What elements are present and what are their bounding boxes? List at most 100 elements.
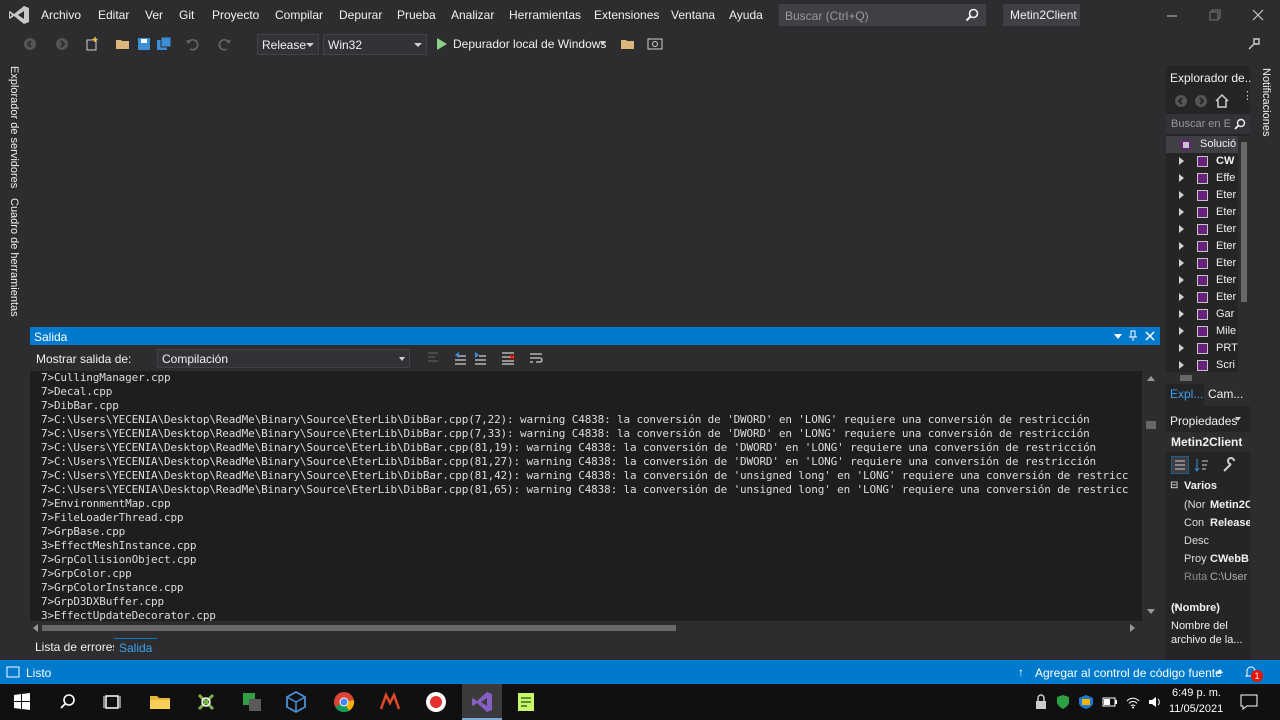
- scroll-down-icon[interactable]: [1147, 609, 1155, 614]
- search-input[interactable]: Buscar (Ctrl+Q): [779, 4, 986, 26]
- chevron-up-icon[interactable]: [1217, 669, 1223, 673]
- find-message-icon[interactable]: [425, 350, 441, 366]
- menu-herramientas[interactable]: Herramientas: [509, 8, 581, 22]
- project-item[interactable]: Eter: [1166, 272, 1238, 289]
- tab-notifications[interactable]: Notificaciones: [1260, 68, 1272, 136]
- expand-icon[interactable]: [1179, 361, 1184, 369]
- expand-icon[interactable]: [1179, 225, 1184, 233]
- save-icon[interactable]: [136, 36, 152, 52]
- project-item[interactable]: Eter: [1166, 221, 1238, 238]
- run-icon[interactable]: [435, 34, 449, 54]
- back-icon[interactable]: [1174, 94, 1188, 108]
- property-row[interactable]: Con Release: [1166, 514, 1250, 532]
- app-green-icon[interactable]: [240, 690, 264, 714]
- project-item[interactable]: Mile: [1166, 323, 1238, 340]
- alphabetical-icon[interactable]: [1193, 456, 1211, 474]
- project-item[interactable]: Gar: [1166, 306, 1238, 323]
- solution-search-input[interactable]: Buscar en E: [1166, 114, 1250, 134]
- project-item[interactable]: Eter: [1166, 238, 1238, 255]
- previous-message-icon[interactable]: [452, 350, 468, 366]
- open-folder-icon[interactable]: [620, 36, 636, 52]
- horizontal-scrollbar[interactable]: [30, 621, 1160, 635]
- menu-editar[interactable]: Editar: [98, 8, 129, 22]
- menu-ventana[interactable]: Ventana: [671, 8, 715, 22]
- menu-compilar[interactable]: Compilar: [275, 8, 323, 22]
- clear-all-icon[interactable]: [500, 350, 516, 366]
- tab-toolbox[interactable]: Cuadro de herramientas: [8, 198, 20, 317]
- chrome-icon[interactable]: [332, 690, 356, 714]
- menu-proyecto[interactable]: Proyecto: [212, 8, 259, 22]
- save-all-icon[interactable]: [156, 36, 172, 52]
- window-position-icon[interactable]: [1114, 334, 1122, 339]
- open-folder-icon[interactable]: [115, 36, 131, 52]
- pin-icon[interactable]: [1128, 330, 1138, 342]
- expand-icon[interactable]: [1179, 293, 1184, 301]
- wifi-icon[interactable]: [1126, 695, 1140, 709]
- project-item[interactable]: Eter: [1166, 289, 1238, 306]
- search-icon[interactable]: [56, 690, 80, 714]
- close-window-icon[interactable]: [1250, 7, 1266, 23]
- xampp-icon[interactable]: [194, 690, 218, 714]
- file-explorer-icon[interactable]: [148, 690, 172, 714]
- expand-icon[interactable]: [1179, 242, 1184, 250]
- tab-error-list[interactable]: Lista de errores: [30, 638, 123, 656]
- chevron-down-icon[interactable]: [1235, 417, 1241, 421]
- menu-analizar[interactable]: Analizar: [451, 8, 494, 22]
- action-center-icon[interactable]: [1240, 694, 1258, 710]
- run-debugger-button[interactable]: Depurador local de Windows: [453, 37, 606, 51]
- clock-time[interactable]: 6:49 p. m.: [1172, 687, 1221, 699]
- tab-server-explorer[interactable]: Explorador de servidores: [8, 66, 20, 188]
- vertical-scrollbar[interactable]: [1142, 371, 1160, 621]
- categorized-icon[interactable]: [1171, 456, 1189, 474]
- home-icon[interactable]: [1214, 93, 1230, 109]
- menu-git[interactable]: Git: [179, 8, 194, 22]
- forward-icon[interactable]: [54, 36, 70, 52]
- notepad-plus-plus-icon[interactable]: [514, 690, 538, 714]
- output-text-area[interactable]: 7>CullingManager.cpp 7>Decal.cpp 7>DibBa…: [30, 371, 1142, 621]
- project-item[interactable]: PRT: [1166, 340, 1238, 357]
- expand-icon[interactable]: [1179, 157, 1184, 165]
- chevron-down-icon[interactable]: [600, 41, 606, 45]
- metin2-icon[interactable]: [378, 690, 402, 714]
- output-source-select[interactable]: Compilación: [157, 349, 410, 368]
- project-item[interactable]: Eter: [1166, 255, 1238, 272]
- redo-icon[interactable]: [217, 36, 233, 52]
- scroll-thumb[interactable]: [1180, 375, 1192, 381]
- project-item[interactable]: Eter: [1166, 187, 1238, 204]
- property-row[interactable]: Proy CWebB: [1166, 550, 1250, 568]
- forward-icon[interactable]: [1194, 94, 1208, 108]
- expand-icon[interactable]: [1179, 259, 1184, 267]
- property-row[interactable]: Desc: [1166, 532, 1250, 550]
- properties-object-select[interactable]: Metin2Client: [1166, 432, 1250, 452]
- expand-icon[interactable]: [1179, 174, 1184, 182]
- taskbar-active-app[interactable]: [462, 684, 502, 720]
- battery-icon[interactable]: [1102, 696, 1118, 708]
- tab-output[interactable]: Salida: [114, 638, 158, 656]
- tree-horizontal-scrollbar[interactable]: [1166, 372, 1250, 384]
- solution-root[interactable]: Solució: [1166, 136, 1238, 153]
- scroll-up-icon[interactable]: [1147, 376, 1155, 381]
- live-share-icon[interactable]: [1246, 36, 1262, 52]
- project-item[interactable]: Effe: [1166, 170, 1238, 187]
- property-category[interactable]: ⊟ Varios: [1166, 478, 1250, 496]
- windows-start-icon[interactable]: [10, 690, 34, 714]
- close-icon[interactable]: [1144, 330, 1156, 342]
- clock-date[interactable]: 11/05/2021: [1169, 703, 1223, 715]
- expand-icon[interactable]: [1179, 327, 1184, 335]
- tab-solution-explorer[interactable]: Expl...: [1166, 384, 1204, 406]
- menu-ver[interactable]: Ver: [145, 8, 163, 22]
- screenshot-icon[interactable]: [647, 36, 663, 52]
- menu-archivo[interactable]: Archivo: [41, 8, 81, 22]
- wrench-icon[interactable]: [1221, 456, 1239, 474]
- task-view-icon[interactable]: [100, 690, 124, 714]
- platform-select[interactable]: Win32: [323, 34, 427, 55]
- back-icon[interactable]: [22, 36, 38, 52]
- volume-icon[interactable]: [1148, 695, 1162, 709]
- project-item[interactable]: Eter: [1166, 204, 1238, 221]
- restore-icon[interactable]: [1207, 7, 1223, 23]
- property-row[interactable]: (Nor Metin2C: [1166, 496, 1250, 514]
- tree-vertical-scrollbar[interactable]: [1238, 136, 1250, 374]
- security-lock-icon[interactable]: [1034, 694, 1048, 710]
- virtualbox-icon[interactable]: [284, 690, 308, 714]
- expand-icon[interactable]: [1179, 276, 1184, 284]
